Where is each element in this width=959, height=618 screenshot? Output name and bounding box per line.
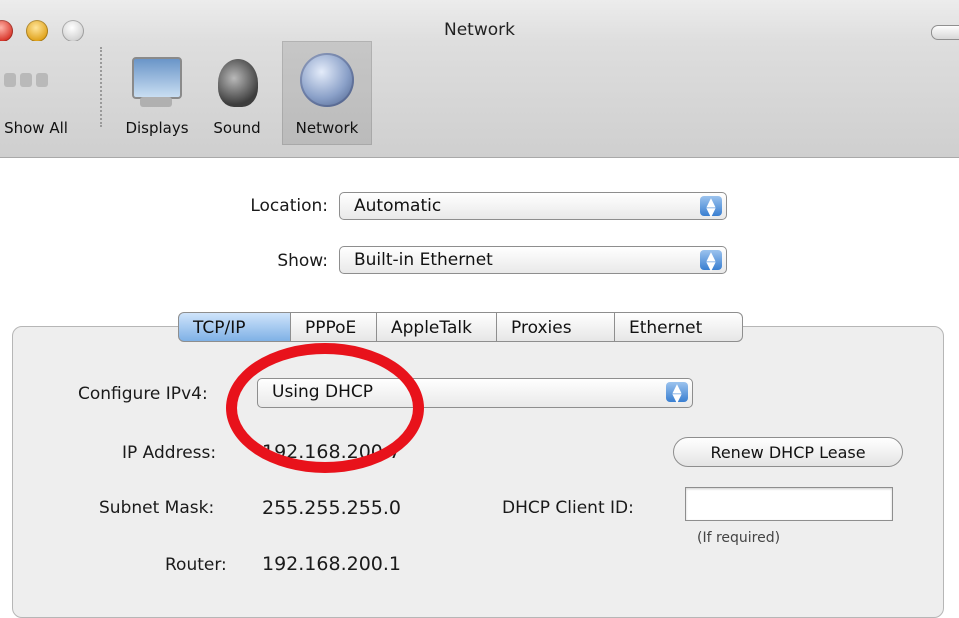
tab-tcp-ip[interactable]: TCP/IP: [178, 312, 291, 342]
location-value: Automatic: [354, 196, 442, 216]
tab-ethernet[interactable]: Ethernet: [615, 312, 743, 342]
tab-panel: [12, 326, 944, 618]
toolbar-label-show-all: Show All: [4, 119, 68, 137]
toolbar-item-displays[interactable]: Displays: [118, 41, 196, 145]
toolbar-item-sound[interactable]: Sound: [204, 41, 270, 145]
toolbar-label-network: Network: [295, 119, 359, 137]
toolbar-label-sound: Sound: [213, 119, 261, 137]
show-label: Show:: [277, 251, 328, 271]
dhcp-client-id-hint: (If required): [697, 530, 781, 546]
popup-arrows-icon: ▲ ▼: [666, 382, 688, 404]
toolbar-label-displays: Displays: [125, 119, 189, 137]
annotation-circle: [226, 343, 424, 473]
window-title: Network: [444, 20, 515, 40]
subnet-mask-label: Subnet Mask:: [99, 498, 215, 518]
sound-icon: [214, 55, 260, 113]
network-icon: [300, 53, 354, 107]
toolbar-item-show-all[interactable]: Show All: [0, 41, 86, 145]
popup-arrows-icon: ▲ ▼: [700, 250, 722, 272]
toolbar-separator: [100, 47, 102, 127]
toolbar-toggle-button[interactable]: [931, 25, 959, 40]
location-popup[interactable]: Automatic ▲ ▼: [339, 192, 727, 220]
location-label: Location:: [250, 196, 328, 216]
router-label: Router:: [165, 555, 227, 575]
router-value: 192.168.200.1: [262, 553, 402, 575]
show-popup[interactable]: Built-in Ethernet ▲ ▼: [339, 246, 727, 274]
tab-appletalk[interactable]: AppleTalk: [377, 312, 497, 342]
show-all-icon: [0, 63, 50, 99]
ip-address-label: IP Address:: [122, 443, 217, 463]
show-value: Built-in Ethernet: [354, 250, 493, 270]
displays-icon: [132, 57, 182, 111]
configure-ipv4-label: Configure IPv4:: [78, 384, 208, 404]
tab-bar: TCP/IP PPPoE AppleTalk Proxies Ethernet: [178, 312, 743, 342]
toolbar: Show All Displays Sound Network: [0, 41, 959, 158]
renew-dhcp-lease-button[interactable]: Renew DHCP Lease: [673, 437, 903, 467]
toolbar-item-network[interactable]: Network: [282, 41, 372, 145]
popup-arrows-icon: ▲ ▼: [700, 196, 722, 218]
subnet-mask-value: 255.255.255.0: [262, 497, 402, 519]
dhcp-client-id-field[interactable]: [685, 487, 893, 521]
tab-proxies[interactable]: Proxies: [497, 312, 615, 342]
dhcp-client-id-label: DHCP Client ID:: [502, 498, 634, 518]
tab-pppoe[interactable]: PPPoE: [291, 312, 377, 342]
